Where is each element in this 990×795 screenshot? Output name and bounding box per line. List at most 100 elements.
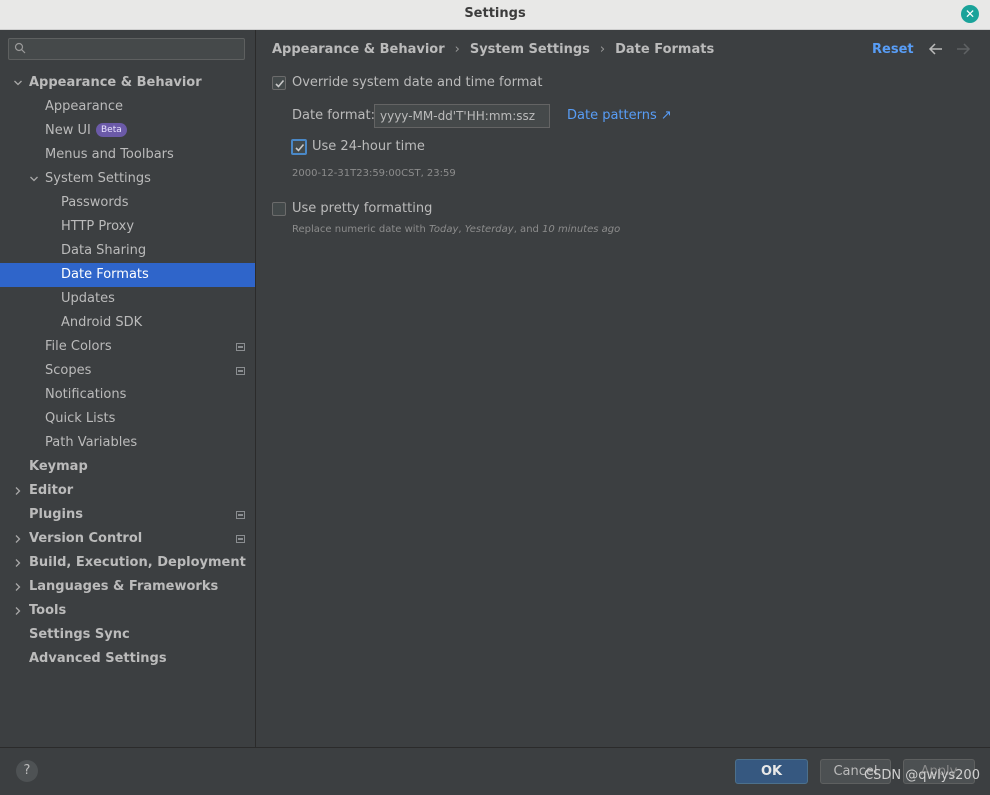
sidebar-item-languages-frameworks[interactable]: Languages & Frameworks xyxy=(0,575,255,599)
sidebar-item-appearance-behavior[interactable]: Appearance & Behavior xyxy=(0,71,255,95)
pretty-formatting-hint: Replace numeric date with Today, Yesterd… xyxy=(292,224,620,235)
sidebar-item-label: Updates xyxy=(61,291,115,306)
sidebar-item-settings-sync[interactable]: Settings Sync xyxy=(0,623,255,647)
hint-text: 10 minutes ago xyxy=(542,224,621,235)
search-input[interactable] xyxy=(8,38,245,60)
chevron-down-icon[interactable] xyxy=(29,174,39,184)
sidebar-item-label: Notifications xyxy=(45,387,127,402)
sidebar-item-menus-and-toolbars[interactable]: Menus and Toolbars xyxy=(0,143,255,167)
chevron-right-icon[interactable] xyxy=(13,534,23,544)
sidebar-item-label: System Settings xyxy=(45,171,151,186)
breadcrumb-separator: › xyxy=(599,42,606,57)
sidebar-item-label: Version Control xyxy=(29,531,143,546)
use-24-hour-checkbox[interactable] xyxy=(291,139,307,155)
checkmark-icon xyxy=(295,143,305,152)
checkmark-icon xyxy=(275,79,285,88)
help-button[interactable]: ? xyxy=(16,760,38,782)
project-level-icon xyxy=(236,511,245,519)
sidebar-item-quick-lists[interactable]: Quick Lists xyxy=(0,407,255,431)
sidebar-item-label: Android SDK xyxy=(61,315,143,330)
close-icon[interactable]: ✕ xyxy=(961,5,979,23)
project-level-icon xyxy=(236,343,245,351)
sidebar-item-tools[interactable]: Tools xyxy=(0,599,255,623)
pretty-formatting-checkbox[interactable] xyxy=(272,202,286,216)
sidebar-item-passwords[interactable]: Passwords xyxy=(0,191,255,215)
title-bar: Settings ✕ xyxy=(0,0,990,30)
hint-text: Replace numeric date with xyxy=(292,224,429,235)
project-level-icon xyxy=(236,367,245,375)
watermark: CSDN @qwlys200 xyxy=(864,768,980,783)
arrow-right-icon[interactable] xyxy=(955,43,971,55)
sidebar-item-label: Tools xyxy=(29,603,67,618)
sidebar-item-updates[interactable]: Updates xyxy=(0,287,255,311)
arrow-left-icon[interactable] xyxy=(928,43,944,55)
sidebar-item-label: Passwords xyxy=(61,195,129,210)
ok-button[interactable]: OK xyxy=(735,759,808,784)
sidebar-item-label: Appearance & Behavior xyxy=(29,75,202,90)
project-level-icon xyxy=(236,535,245,543)
sidebar-item-label: Settings Sync xyxy=(29,627,130,642)
window-title: Settings xyxy=(464,6,526,21)
sidebar-item-http-proxy[interactable]: HTTP Proxy xyxy=(0,215,255,239)
sidebar-item-build-execution-deployment[interactable]: Build, Execution, Deployment xyxy=(0,551,255,575)
sidebar-item-plugins[interactable]: Plugins xyxy=(0,503,255,527)
date-format-input[interactable]: yyyy-MM-dd'T'HH:mm:ssz xyxy=(374,104,550,128)
breadcrumb-item[interactable]: System Settings xyxy=(470,42,590,57)
sidebar-item-label: New UI xyxy=(45,123,91,138)
chevron-right-icon[interactable] xyxy=(13,558,23,568)
dialog-footer: ? OK Cancel Apply CSDN @qwlys200 xyxy=(0,747,990,795)
beta-badge-wrap: Beta xyxy=(88,119,127,143)
sidebar-item-label: Advanced Settings xyxy=(29,651,167,666)
sidebar-item-editor[interactable]: Editor xyxy=(0,479,255,503)
override-checkbox[interactable] xyxy=(272,76,286,90)
override-label: Override system date and time format xyxy=(292,75,543,90)
breadcrumb: Appearance & Behavior › System Settings › Da… xyxy=(272,42,714,57)
search-icon xyxy=(14,42,26,54)
settings-sidebar: Appearance & Behavior Appearance New UI Bet… xyxy=(0,30,256,747)
chevron-right-icon[interactable] xyxy=(13,582,23,592)
beta-badge: Beta xyxy=(96,123,127,137)
sidebar-item-appearance[interactable]: Appearance xyxy=(0,95,255,119)
sidebar-item-label: Keymap xyxy=(29,459,88,474)
chevron-down-icon[interactable] xyxy=(13,78,23,88)
sidebar-item-android-sdk[interactable]: Android SDK xyxy=(0,311,255,335)
sidebar-item-keymap[interactable]: Keymap xyxy=(0,455,255,479)
settings-tree: Appearance & Behavior Appearance New UI Bet… xyxy=(0,71,255,671)
date-format-label: Date format: xyxy=(292,108,375,123)
sidebar-item-label: HTTP Proxy xyxy=(61,219,135,234)
sidebar-item-label: Scopes xyxy=(45,363,92,378)
sidebar-item-system-settings[interactable]: System Settings xyxy=(0,167,255,191)
sidebar-item-label: Editor xyxy=(29,483,74,498)
breadcrumb-item[interactable]: Appearance & Behavior xyxy=(272,42,445,57)
sidebar-item-label: Appearance xyxy=(45,99,124,114)
sidebar-item-label: Date Formats xyxy=(61,267,149,282)
date-patterns-link[interactable]: Date patterns ↗ xyxy=(567,108,672,123)
date-preview: 2000-12-31T23:59:00CST, 23:59 xyxy=(292,168,456,179)
sidebar-item-data-sharing[interactable]: Data Sharing xyxy=(0,239,255,263)
reset-link[interactable]: Reset xyxy=(872,42,914,57)
breadcrumb-item: Date Formats xyxy=(615,42,715,57)
sidebar-item-label: Plugins xyxy=(29,507,83,522)
sidebar-item-label: Path Variables xyxy=(45,435,138,450)
sidebar-item-advanced-settings[interactable]: Advanced Settings xyxy=(0,647,255,671)
pretty-formatting-label: Use pretty formatting xyxy=(292,201,433,216)
sidebar-item-version-control[interactable]: Version Control xyxy=(0,527,255,551)
chevron-right-icon[interactable] xyxy=(13,486,23,496)
sidebar-item-path-variables[interactable]: Path Variables xyxy=(0,431,255,455)
hint-text: , and xyxy=(513,224,543,235)
hint-text: Yesterday xyxy=(464,224,514,235)
sidebar-item-new-ui[interactable]: New UI Beta xyxy=(0,119,255,143)
sidebar-item-label: Build, Execution, Deployment xyxy=(29,555,246,570)
sidebar-item-label: Data Sharing xyxy=(61,243,147,258)
sidebar-item-notifications[interactable]: Notifications xyxy=(0,383,255,407)
sidebar-item-label: File Colors xyxy=(45,339,112,354)
sidebar-item-scopes[interactable]: Scopes xyxy=(0,359,255,383)
sidebar-item-label: Menus and Toolbars xyxy=(45,147,174,162)
chevron-right-icon[interactable] xyxy=(13,606,23,616)
hint-text: Today xyxy=(429,224,459,235)
sidebar-item-file-colors[interactable]: File Colors xyxy=(0,335,255,359)
breadcrumb-separator: › xyxy=(454,42,460,57)
use-24-hour-label: Use 24-hour time xyxy=(312,139,425,154)
sidebar-item-date-formats[interactable]: Date Formats xyxy=(0,263,255,287)
sidebar-item-label: Quick Lists xyxy=(45,411,116,426)
